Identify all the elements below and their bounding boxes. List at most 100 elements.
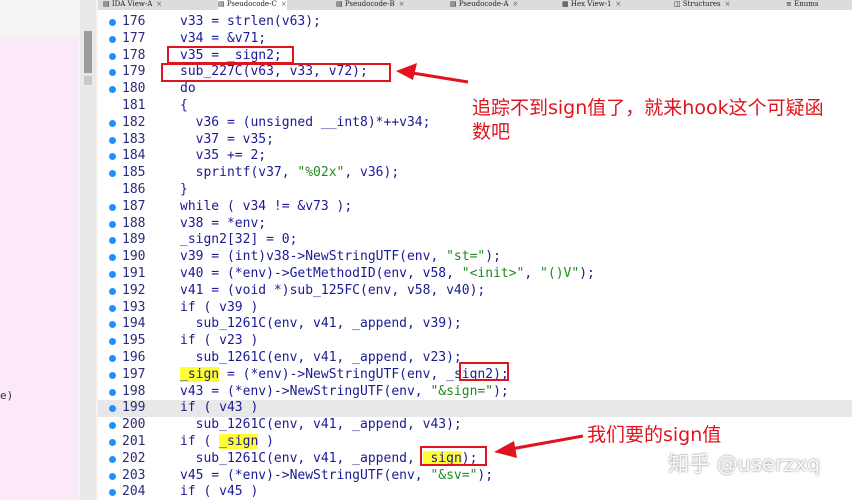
code-line[interactable]: 191 v40 = (*env)->GetMethodID(env, v58, "… <box>98 266 852 283</box>
breakpoint-dot[interactable] <box>109 287 116 295</box>
code-line[interactable]: 184 v35 += 2; <box>98 148 852 165</box>
code-line[interactable]: 195 if ( v23 ) <box>98 333 852 350</box>
code-line[interactable]: 198 v43 = (*env)->NewStringUTF(env, "&sig… <box>98 384 852 401</box>
code-line[interactable]: 192 v41 = (void *)sub_125FC(env, v58, v40… <box>98 283 852 300</box>
breakpoint-dot[interactable] <box>109 254 116 262</box>
breakpoint-dot[interactable] <box>109 321 116 329</box>
line-number: 204 <box>122 484 146 500</box>
line-number: 182 <box>122 114 146 130</box>
line-number: 185 <box>122 165 146 181</box>
code-text: v45 = (*env)->NewStringUTF(env, "&sv="); <box>180 467 494 483</box>
highlight-box-sign2 <box>167 46 294 64</box>
line-number: 187 <box>122 198 146 214</box>
code-text: _sign2[32] = 0; <box>180 232 298 248</box>
breakpoint-dot[interactable] <box>109 271 116 278</box>
breakpoint-dot[interactable] <box>109 304 116 312</box>
hex-icon: ▦ <box>562 0 569 8</box>
code-text: v38 = *env; <box>180 215 267 231</box>
line-number: 198 <box>122 383 146 399</box>
breakpoint-dot[interactable] <box>109 371 116 379</box>
code-line-current[interactable]: 199 if ( v43 ) <box>98 400 852 418</box>
highlight-box-sign2-arg <box>459 362 509 381</box>
line-number: 181 <box>122 98 146 113</box>
breakpoint-dot[interactable] <box>109 35 116 43</box>
breakpoint-dot[interactable] <box>109 153 116 161</box>
function-list[interactable] <box>0 38 78 500</box>
breakpoint-dot[interactable] <box>109 388 116 396</box>
code-line[interactable]: 189 _sign2[32] = 0; <box>98 232 852 249</box>
breakpoint-dot[interactable] <box>109 19 116 26</box>
code-text: sub_1261C(env, v41, _append, v23); <box>180 350 462 365</box>
breakpoint-dot[interactable] <box>109 455 116 463</box>
breakpoint-dot[interactable] <box>109 472 116 480</box>
breakpoint-dot[interactable] <box>109 119 116 127</box>
tab-pseudocode-a[interactable]: ▤ Pseudocode-A × <box>450 0 518 10</box>
vertical-scrollbar[interactable] <box>80 0 96 500</box>
line-number: 197 <box>122 366 146 382</box>
line-number: 200 <box>122 417 146 433</box>
tab-enums[interactable]: ≡ Enums <box>786 0 818 10</box>
breakpoint-dot[interactable] <box>109 355 116 362</box>
code-line[interactable]: 188 v38 = *env; <box>98 216 852 233</box>
code-line[interactable]: 200 sub_1261C(env, v41, _append, v43); <box>98 417 852 434</box>
breakpoint-dot[interactable] <box>109 338 116 346</box>
breakpoint-dot[interactable] <box>109 136 116 144</box>
code-line[interactable]: 193 if ( v39 ) <box>98 300 852 317</box>
line-number: 179 <box>122 64 146 80</box>
code-text: v39 = (int)v38->NewStringUTF(env, "st=")… <box>180 249 501 265</box>
close-icon[interactable]: × <box>725 0 731 8</box>
code-line[interactable]: 185 sprintf(v37, "%02x", v36); <box>98 165 852 182</box>
tab-pseudocode-c[interactable]: ▤ Pseudocode-C × <box>218 0 287 10</box>
code-line[interactable]: 190 v39 = (int)v38->NewStringUTF(env, "st… <box>98 249 852 266</box>
highlight-box-sign-arg <box>420 446 487 466</box>
breakpoint-dot[interactable] <box>109 439 116 446</box>
code-text: sub_1261C(env, v41, _append, v39); <box>180 316 462 332</box>
code-text: if ( v39 ) <box>180 299 259 315</box>
code-line[interactable]: 187 while ( v34 != &v73 ); <box>98 199 852 216</box>
line-number: 201 <box>122 434 146 449</box>
code-line[interactable]: 204 if ( v45 ) <box>98 484 852 501</box>
line-number: 184 <box>122 148 146 164</box>
left-panel: e) <box>0 0 99 500</box>
code-line[interactable]: 194 sub_1261C(env, v41, _append, v39); <box>98 316 852 333</box>
scrollbar-thumb[interactable] <box>84 31 92 73</box>
breakpoint-dot[interactable] <box>109 52 116 60</box>
tab-structures[interactable]: ◫ Structures × <box>674 0 731 10</box>
line-number: 196 <box>122 350 146 365</box>
close-icon[interactable]: × <box>615 0 621 8</box>
code-text: { <box>180 98 188 113</box>
close-icon[interactable]: × <box>513 0 519 8</box>
tab-hex-view-1[interactable]: ▦ Hex View-1 × <box>562 0 621 10</box>
document-icon: ▤ <box>218 0 225 8</box>
breakpoint-dot[interactable] <box>109 422 116 430</box>
pseudocode-view[interactable]: 176 v33 = strlen(v63); 177 v34 = &v71; 178… <box>98 10 852 500</box>
code-text: if ( v23 ) <box>180 333 259 349</box>
breakpoint-dot[interactable] <box>109 489 116 497</box>
line-number: 202 <box>122 450 146 466</box>
close-icon[interactable]: × <box>281 0 287 8</box>
breakpoint-dot[interactable] <box>109 69 116 77</box>
document-icon: ▤ <box>336 0 343 8</box>
line-number: 193 <box>122 299 146 315</box>
breakpoint-dot[interactable] <box>109 237 116 245</box>
breakpoint-dot[interactable] <box>109 203 116 211</box>
breakpoint-dot[interactable] <box>109 170 116 178</box>
breakpoint-dot[interactable] <box>109 86 116 94</box>
breakpoint-dot[interactable] <box>109 405 116 413</box>
line-number: 178 <box>122 47 146 63</box>
code-text: v43 = (*env)->NewStringUTF(env, "&sign="… <box>180 383 509 399</box>
watermark: 知乎 @userzxq <box>668 452 821 476</box>
tab-ida-view-a[interactable]: ▤ IDA View-A × <box>103 0 162 10</box>
line-number: 203 <box>122 467 146 483</box>
line-number: 195 <box>122 333 146 349</box>
line-number: 189 <box>122 232 146 248</box>
enum-icon: ≡ <box>786 0 792 8</box>
close-icon[interactable]: × <box>399 0 405 8</box>
annotation-note-hook: 追踪不到sign值了，就来hook这个可疑函 数吧 <box>472 97 824 143</box>
code-line[interactable]: 176 v33 = strlen(v63); <box>98 14 852 31</box>
code-line[interactable]: 186} <box>98 182 852 199</box>
close-icon[interactable]: × <box>156 0 162 8</box>
code-text: sprintf(v37, "%02x", v36); <box>180 165 400 181</box>
tab-pseudocode-b[interactable]: ▤ Pseudocode-B × <box>336 0 404 10</box>
breakpoint-dot[interactable] <box>109 220 116 228</box>
